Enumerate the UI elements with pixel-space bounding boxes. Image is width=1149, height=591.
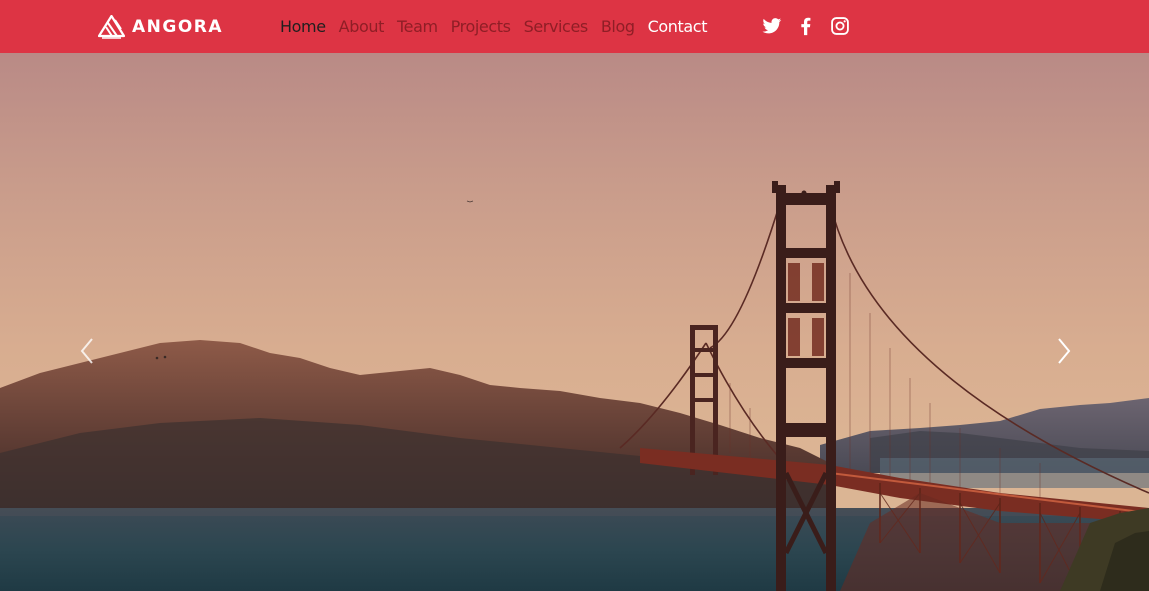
chevron-left-icon bbox=[80, 338, 93, 364]
navbar: ANGORA Home About Team Projects Services… bbox=[0, 0, 1149, 53]
social-links bbox=[762, 16, 864, 36]
nav-contact[interactable]: Contact bbox=[648, 16, 708, 38]
golden-gate-bridge-sunset-photo bbox=[0, 53, 1149, 591]
twitter-link[interactable] bbox=[762, 16, 782, 36]
nav-projects[interactable]: Projects bbox=[451, 16, 511, 38]
angora-logo-icon bbox=[98, 15, 125, 39]
nav-about[interactable]: About bbox=[339, 16, 385, 38]
instagram-link[interactable] bbox=[830, 16, 850, 36]
slider-next-button[interactable] bbox=[1052, 336, 1076, 366]
facebook-icon bbox=[801, 17, 811, 36]
nav-blog[interactable]: Blog bbox=[601, 16, 635, 38]
nav-team[interactable]: Team bbox=[397, 16, 438, 38]
instagram-icon bbox=[831, 17, 849, 35]
main-nav: Home About Team Projects Services Blog C… bbox=[280, 16, 720, 38]
hero-slider bbox=[0, 53, 1149, 591]
nav-home[interactable]: Home bbox=[280, 16, 326, 38]
brand-name: ANGORA bbox=[132, 17, 224, 37]
facebook-link[interactable] bbox=[796, 16, 816, 36]
brand-logo-link[interactable]: ANGORA bbox=[98, 15, 223, 39]
slider-prev-button[interactable] bbox=[75, 336, 99, 366]
chevron-right-icon bbox=[1058, 338, 1071, 364]
nav-services[interactable]: Services bbox=[524, 16, 589, 38]
twitter-icon bbox=[762, 18, 782, 34]
